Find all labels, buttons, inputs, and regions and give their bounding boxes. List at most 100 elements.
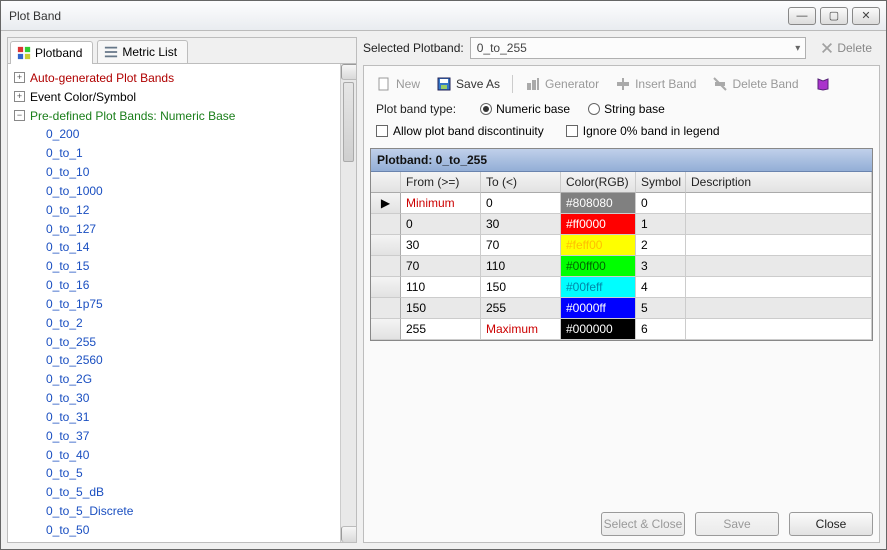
tree-item[interactable]: 0_to_1 [10,143,338,162]
table-row[interactable]: 150255#0000ff5 [371,298,872,319]
cell-color[interactable]: #0000ff [561,298,636,319]
scroll-down-button[interactable]: ▼ [341,526,356,542]
radio-numeric-base[interactable]: Numeric base [480,102,570,116]
tree-item[interactable]: 0_to_14 [10,237,338,256]
cell-symbol[interactable]: 4 [636,277,686,298]
radio-icon [588,103,600,115]
tree-item[interactable]: 0_to_10 [10,162,338,181]
tree-node[interactable]: +Auto-generated Plot Bands [10,68,338,87]
cell-from[interactable]: 70 [401,256,481,277]
tree-item[interactable]: 0_to_12 [10,200,338,219]
scroll-up-button[interactable]: ▲ [341,64,356,80]
close-window-button[interactable]: ✕ [852,7,880,25]
cell-from[interactable]: Minimum [401,193,481,214]
tab-metric-list[interactable]: Metric List [97,40,188,63]
cell-description[interactable] [686,319,872,340]
tree-item[interactable]: 0_to_5_dB [10,482,338,501]
cell-symbol[interactable]: 1 [636,214,686,235]
save-as-button[interactable]: Save As [432,74,504,94]
cell-description[interactable] [686,235,872,256]
delete-band-button[interactable]: Delete Band [708,74,802,94]
cell-to[interactable]: 110 [481,256,561,277]
delete-plotband-button[interactable]: Delete [812,38,880,58]
cell-from[interactable]: 0 [401,214,481,235]
scroll-thumb[interactable] [343,82,354,162]
table-row[interactable]: 70110#00ff003 [371,256,872,277]
selected-plotband-combo[interactable]: 0_to_255 [470,37,807,59]
cell-symbol[interactable]: 5 [636,298,686,319]
insert-band-button[interactable]: Insert Band [611,74,700,94]
cell-from[interactable]: 150 [401,298,481,319]
plotband-tree[interactable]: +Auto-generated Plot Bands+Event Color/S… [8,64,340,542]
minimize-button[interactable]: — [788,7,816,25]
cell-from[interactable]: 110 [401,277,481,298]
tree-item[interactable]: 0_to_2G [10,369,338,388]
cell-color[interactable]: #ff0000 [561,214,636,235]
select-close-button[interactable]: Select & Close [601,512,685,536]
tree-toggle-icon[interactable]: + [14,91,25,102]
cell-symbol[interactable]: 2 [636,235,686,256]
tree-item[interactable]: 0_to_63 [10,539,338,542]
tree-item[interactable]: 0_to_1000 [10,181,338,200]
tree-item[interactable]: 0_to_127 [10,219,338,238]
tree-toggle-icon[interactable]: + [14,72,25,83]
checkbox-ignore-legend[interactable]: Ignore 0% band in legend [566,124,720,138]
close-button[interactable]: Close [789,512,873,536]
radio-string-base[interactable]: String base [588,102,665,116]
cell-description[interactable] [686,298,872,319]
tree-item[interactable]: 0_to_15 [10,256,338,275]
table-row[interactable]: ▶Minimum0#8080800 [371,193,872,214]
cell-to[interactable]: 30 [481,214,561,235]
maximize-button[interactable]: ▢ [820,7,848,25]
cell-description[interactable] [686,214,872,235]
tree-item[interactable]: 0_to_2 [10,313,338,332]
help-button[interactable] [811,74,835,94]
tree-item[interactable]: 0_to_31 [10,407,338,426]
table-row[interactable]: 030#ff00001 [371,214,872,235]
checkbox-discontinuity[interactable]: Allow plot band discontinuity [376,124,544,138]
cell-to[interactable]: 70 [481,235,561,256]
cell-symbol[interactable]: 3 [636,256,686,277]
cell-color[interactable]: #00ff00 [561,256,636,277]
cell-description[interactable] [686,193,872,214]
tree-scrollbar[interactable]: ▲ ▼ [340,64,356,542]
cell-to[interactable]: 255 [481,298,561,319]
tree-item[interactable]: 0_to_255 [10,332,338,351]
tree-item[interactable]: 0_to_40 [10,445,338,464]
tab-plotband[interactable]: Plotband [10,41,93,64]
cell-symbol[interactable]: 6 [636,319,686,340]
cell-color[interactable]: #00feff [561,277,636,298]
cell-to[interactable]: Maximum [481,319,561,340]
cell-color[interactable]: #feff00 [561,235,636,256]
cell-from[interactable]: 255 [401,319,481,340]
cell-description[interactable] [686,277,872,298]
tree-item[interactable]: 0_to_30 [10,388,338,407]
table-row[interactable]: 3070#feff002 [371,235,872,256]
tree-node[interactable]: −Pre-defined Plot Bands: Numeric Base [10,106,338,125]
col-from: From (>=) [401,172,481,193]
tree-toggle-icon[interactable]: − [14,110,25,121]
cell-color[interactable]: #808080 [561,193,636,214]
cell-to[interactable]: 0 [481,193,561,214]
table-row[interactable]: 255Maximum#0000006 [371,319,872,340]
tree-item[interactable]: 0_to_2560 [10,350,338,369]
table-row[interactable]: 110150#00feff4 [371,277,872,298]
cell-to[interactable]: 150 [481,277,561,298]
tree-item[interactable]: 0_to_5 [10,463,338,482]
tree-item[interactable]: 0_to_50 [10,520,338,539]
tree-item[interactable]: 0_to_37 [10,426,338,445]
insert-icon [615,76,631,92]
cell-description[interactable] [686,256,872,277]
tree-item[interactable]: 0_to_5_Discrete [10,501,338,520]
tree-item[interactable]: 0_200 [10,124,338,143]
cell-from[interactable]: 30 [401,235,481,256]
cell-symbol[interactable]: 0 [636,193,686,214]
cell-color[interactable]: #000000 [561,319,636,340]
left-pane: Plotband Metric List +Auto-generated Plo… [7,37,357,543]
save-button[interactable]: Save [695,512,779,536]
generator-button[interactable]: Generator [521,74,603,94]
tree-item[interactable]: 0_to_16 [10,275,338,294]
tree-item[interactable]: 0_to_1p75 [10,294,338,313]
tree-node[interactable]: +Event Color/Symbol [10,87,338,106]
new-button[interactable]: New [372,74,424,94]
